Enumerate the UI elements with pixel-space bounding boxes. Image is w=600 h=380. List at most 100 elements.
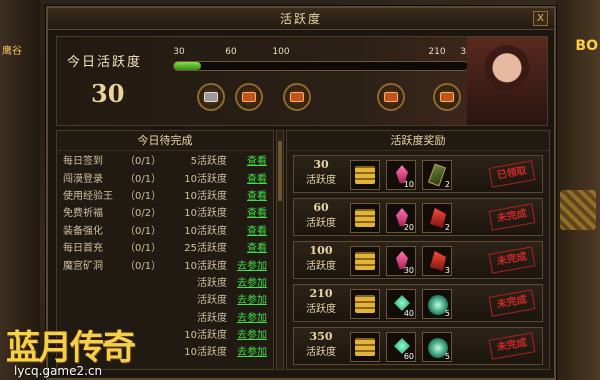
reward-item[interactable]: 5: [422, 289, 452, 319]
milestone-tick: 210: [428, 47, 446, 57]
task-action-link[interactable]: 查看: [247, 222, 267, 237]
task-action-link[interactable]: 查看: [247, 187, 267, 202]
reward-item[interactable]: 20: [386, 203, 416, 233]
task-points: 活跃度: [197, 277, 227, 289]
reward-item-count: 5: [444, 352, 450, 361]
reward-status-stamp[interactable]: 已领取: [488, 160, 536, 188]
task-points: 10活跃度: [184, 190, 227, 202]
reward-item-count: 3: [444, 266, 450, 275]
task-action-link[interactable]: 去参加: [237, 326, 267, 341]
task-action-link[interactable]: 查看: [247, 170, 267, 185]
logo-text: 蓝月传奇: [6, 328, 136, 368]
task-progress: （0/1）: [125, 190, 162, 202]
reward-level-suffix: 活跃度: [306, 347, 336, 358]
task-list-scrollbar[interactable]: [276, 130, 284, 370]
task-progress: （0/1）: [125, 260, 162, 272]
reward-level-value: 60: [313, 201, 329, 214]
reward-row: 60 活跃度 20 2 未完成: [293, 198, 543, 236]
activity-summary: 今日活跃度 30 3060100210350: [56, 36, 548, 126]
task-row: 活跃度 去参加: [57, 290, 273, 307]
reward-item[interactable]: 10: [386, 160, 416, 190]
reward-level: 60 活跃度: [298, 201, 344, 229]
reward-level-value: 100: [309, 244, 333, 257]
close-button[interactable]: X: [533, 11, 548, 26]
milestone-chest-210[interactable]: [377, 83, 405, 111]
chest-icon: [242, 92, 256, 102]
reward-level: 30 活跃度: [298, 158, 344, 186]
reward-status-stamp[interactable]: 未完成: [488, 246, 536, 274]
reward-item[interactable]: 2: [422, 203, 452, 233]
task-points: 10活跃度: [184, 260, 227, 272]
reward-row: 100 活跃度 30 3 未完成: [293, 241, 543, 279]
reward-item[interactable]: 2: [422, 160, 452, 190]
task-action-link[interactable]: 查看: [247, 204, 267, 219]
window-title: 活跃度: [279, 12, 322, 26]
task-name: 使用经验王: [63, 190, 113, 202]
task-name: 每日首充: [63, 243, 103, 255]
milestone-chest-30[interactable]: [197, 83, 225, 111]
chest-icon: [204, 92, 218, 102]
window-titlebar: 活跃度 X: [48, 8, 554, 30]
reward-item[interactable]: [350, 246, 380, 276]
reward-item[interactable]: 40: [386, 289, 416, 319]
reward-item-count: 40: [403, 309, 414, 318]
task-action-link[interactable]: 去参加: [237, 274, 267, 289]
logo-url: lycq.game2.cn: [14, 364, 103, 378]
task-row: 闯漠登录 （0/1） 10活跃度 查看: [57, 168, 273, 185]
task-row: 装备强化 （0/1） 10活跃度 查看: [57, 221, 273, 238]
reward-level-value: 350: [309, 330, 333, 343]
activity-value: 30: [91, 79, 125, 108]
chest-icon: [440, 92, 454, 102]
task-progress: （0/1）: [125, 156, 162, 168]
milestone-tick: 60: [225, 47, 237, 57]
task-action-link[interactable]: 去参加: [237, 291, 267, 306]
reward-item[interactable]: 30: [386, 246, 416, 276]
reward-item[interactable]: 5: [422, 332, 452, 362]
reward-item[interactable]: 3: [422, 246, 452, 276]
red-shard-icon: [430, 251, 446, 271]
reward-item-count: 2: [444, 180, 450, 189]
reward-item[interactable]: [350, 289, 380, 319]
task-row: 使用经验王 （0/1） 10活跃度 查看: [57, 186, 273, 203]
reward-status-stamp[interactable]: 未完成: [488, 289, 536, 317]
reward-level: 350 活跃度: [298, 330, 344, 358]
task-points: 25活跃度: [184, 243, 227, 255]
task-action-link[interactable]: 去参加: [237, 257, 267, 272]
milestone-ticks: 3060100210350: [173, 47, 477, 59]
task-name: 装备强化: [63, 225, 103, 237]
task-action-link[interactable]: 去参加: [237, 309, 267, 324]
reward-level: 100 活跃度: [298, 244, 344, 272]
task-action-link[interactable]: 去参加: [237, 343, 267, 358]
reward-item[interactable]: [350, 332, 380, 362]
task-list-header: 今日待完成: [57, 131, 273, 151]
task-action-link[interactable]: 查看: [247, 152, 267, 167]
reward-status-stamp[interactable]: 未完成: [488, 332, 536, 360]
reward-item[interactable]: 60: [386, 332, 416, 362]
reward-status-stamp[interactable]: 未完成: [488, 203, 536, 231]
reward-item[interactable]: [350, 160, 380, 190]
milestone-tick: 100: [272, 47, 290, 57]
reward-item-count: 30: [403, 266, 414, 275]
reward-item-count: 20: [403, 223, 414, 232]
milestone-chest-60[interactable]: [235, 83, 263, 111]
activity-label: 今日活跃度: [67, 55, 143, 70]
milestone-chest-100[interactable]: [283, 83, 311, 111]
gold-pile-decoration: [560, 190, 596, 230]
task-progress: （0/1）: [125, 225, 162, 237]
task-progress: （0/1）: [125, 173, 162, 185]
reward-level-suffix: 活跃度: [306, 304, 336, 315]
reward-item-count: 60: [403, 352, 414, 361]
task-name: 闯漠登录: [63, 173, 103, 185]
reward-item[interactable]: [350, 203, 380, 233]
npc-portrait: [467, 37, 547, 125]
task-points: 10活跃度: [184, 225, 227, 237]
milestone-chest-350[interactable]: [433, 83, 461, 111]
reward-row: 210 活跃度 40 5 未完成: [293, 284, 543, 322]
scrollbar-thumb[interactable]: [278, 141, 282, 201]
task-name: 免费祈福: [63, 208, 103, 220]
reward-row: 30 活跃度 10 2 已领取: [293, 155, 543, 193]
reward-level-value: 30: [313, 158, 329, 171]
gold-bars-icon: [355, 252, 375, 270]
task-points: 5活跃度: [190, 156, 227, 168]
task-action-link[interactable]: 查看: [247, 239, 267, 254]
